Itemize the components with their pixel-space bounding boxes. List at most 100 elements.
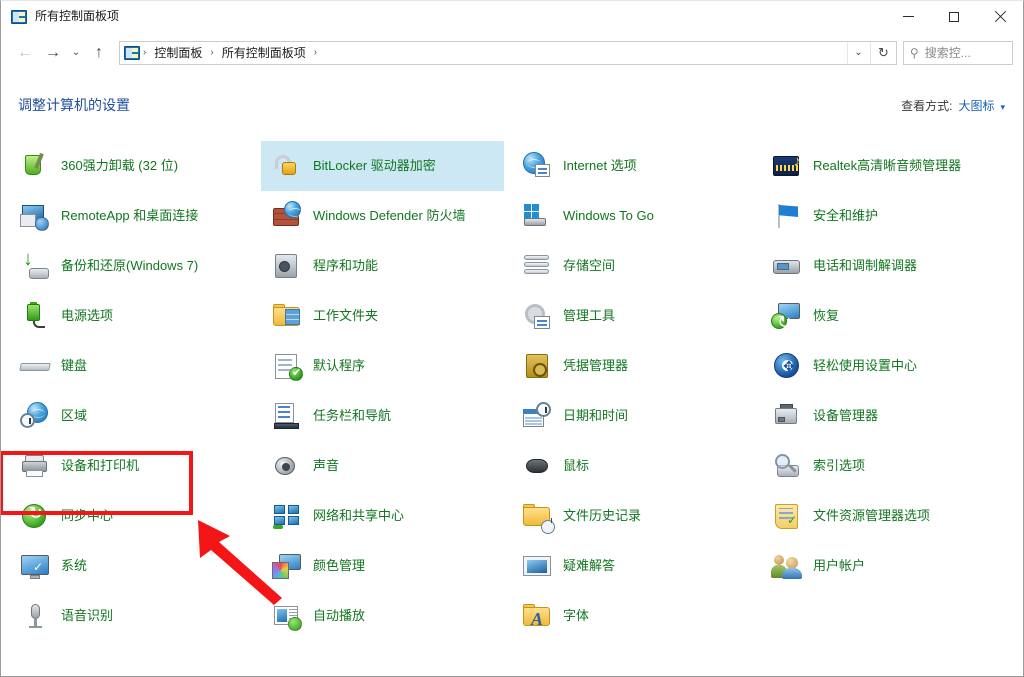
control-panel-item[interactable]: 声音 xyxy=(261,441,504,491)
items-column-4: ♪ Realtek高清晰音频管理器安全和维护电话和调制解调器恢复 ✥ 轻松使用设置中心… xyxy=(761,141,1004,591)
control-panel-item[interactable]: 鼠标 xyxy=(511,441,754,491)
devices-printers-icon xyxy=(19,450,51,482)
control-panel-item-label: 颜色管理 xyxy=(313,557,366,573)
control-panel-item[interactable]: 凭据管理器 xyxy=(511,341,754,391)
control-panel-item-label: 电话和调制解调器 xyxy=(813,257,918,273)
maximize-button[interactable] xyxy=(931,1,977,32)
search-input-placeholder: 搜索控... xyxy=(924,46,971,60)
control-panel-item[interactable]: 恢复 xyxy=(761,291,1004,341)
breadcrumb-item-all-items[interactable]: 所有控制面板项 xyxy=(217,42,311,64)
control-panel-item[interactable]: ✓ 系统 xyxy=(9,541,252,591)
control-panel-item-label: 设备管理器 xyxy=(813,407,879,423)
control-panel-item[interactable]: 设备管理器 xyxy=(761,391,1004,441)
phone-modem-icon xyxy=(771,250,803,282)
control-panel-item[interactable]: 任务栏和导航 xyxy=(261,391,504,441)
close-button[interactable] xyxy=(977,1,1023,32)
control-panel-item[interactable]: 索引选项 xyxy=(761,441,1004,491)
control-panel-item[interactable]: 电源选项 xyxy=(9,291,252,341)
backup-restore-icon xyxy=(19,248,51,282)
address-dropdown-button[interactable]: ⌄ xyxy=(847,41,869,64)
control-panel-item-label: 文件资源管理器选项 xyxy=(813,507,931,523)
view-by-value[interactable]: 大图标 xyxy=(958,97,994,114)
control-panel-item[interactable]: 存储空间 xyxy=(511,241,754,291)
back-button[interactable]: ← xyxy=(11,39,39,67)
control-panel-item[interactable]: 区域 xyxy=(9,391,252,441)
control-panel-item-label: 网络和共享中心 xyxy=(313,507,405,523)
title-bar: 所有控制面板项 xyxy=(1,1,1023,32)
control-panel-item-label: BitLocker 驱动器加密 xyxy=(313,157,436,173)
breadcrumb-item-control-panel[interactable]: 控制面板 xyxy=(149,42,207,64)
control-panel-item[interactable]: 安全和维护 xyxy=(761,191,1004,241)
control-panel-item[interactable]: 默认程序 xyxy=(261,341,504,391)
sound-icon xyxy=(271,450,303,482)
items-column-3: Internet 选项 Windows To Go 存储空间管理工具凭据管理器日期和… xyxy=(511,141,754,641)
search-box[interactable]: ⚲ 搜索控... xyxy=(903,40,1013,65)
windows-to-go-icon xyxy=(521,200,553,232)
fonts-icon: A xyxy=(521,600,553,632)
user-accounts-icon xyxy=(771,550,803,582)
control-panel-item[interactable]: 疑难解答 xyxy=(511,541,754,591)
control-panel-item[interactable]: RemoteApp 和桌面连接 xyxy=(9,191,252,241)
control-panel-item[interactable]: 备份和还原(Windows 7) xyxy=(9,241,252,291)
date-time-icon xyxy=(521,400,553,432)
control-panel-item[interactable]: 管理工具 xyxy=(511,291,754,341)
control-panel-item[interactable]: Internet 选项 xyxy=(511,141,754,191)
minimize-button[interactable] xyxy=(885,1,931,32)
control-panel-item[interactable]: 电话和调制解调器 xyxy=(761,241,1004,291)
control-panel-item[interactable]: 360强力卸载 (32 位) xyxy=(9,141,252,191)
control-panel-item[interactable]: 日期和时间 xyxy=(511,391,754,441)
control-panel-item-label: RemoteApp 和桌面连接 xyxy=(61,207,199,223)
control-panel-item-label: 区域 xyxy=(61,407,88,423)
control-panel-item-label: 疑难解答 xyxy=(563,557,616,573)
control-panel-item[interactable]: Windows Defender 防火墙 xyxy=(261,191,504,241)
control-panel-item[interactable]: 用户帐户 xyxy=(761,541,1004,591)
control-panel-item[interactable]: ♪ Realtek高清晰音频管理器 xyxy=(761,141,1004,191)
refresh-icon: ↻ xyxy=(878,44,889,60)
control-panel-item-label: 语音识别 xyxy=(61,607,114,623)
control-panel-item[interactable]: 键盘 xyxy=(9,341,252,391)
control-panel-item-label: 管理工具 xyxy=(563,307,616,323)
keyboard-icon xyxy=(19,350,51,382)
device-manager-icon xyxy=(771,400,803,432)
control-panel-icon xyxy=(11,9,27,24)
bitlocker-icon xyxy=(271,150,303,182)
view-by-control[interactable]: 查看方式: 大图标 ▾ xyxy=(901,97,1005,114)
control-panel-item[interactable]: 自动播放 xyxy=(261,591,504,641)
control-panel-item[interactable]: 设备和打印机 xyxy=(9,441,252,491)
up-button[interactable]: ↑ xyxy=(85,39,113,67)
control-panel-item[interactable]: BitLocker 驱动器加密 xyxy=(261,141,504,191)
navigation-bar: ← → ⌄ ↑ › 控制面板 › 所有控制面板项 › ⌄ ↻ ⚲ 搜索控... xyxy=(1,32,1023,73)
control-panel-item-label: 恢复 xyxy=(813,307,840,323)
control-panel-item[interactable]: ✥ 轻松使用设置中心 xyxy=(761,341,1004,391)
maximize-icon xyxy=(949,11,959,22)
control-panel-item-label: 凭据管理器 xyxy=(563,357,629,373)
control-panel-item-label: 程序和功能 xyxy=(313,257,379,273)
control-panel-item-label: Realtek高清晰音频管理器 xyxy=(813,157,962,173)
control-panel-item[interactable]: 语音识别 xyxy=(9,591,252,641)
breadcrumb-control-panel-icon xyxy=(124,45,140,60)
control-panel-item-label: 设备和打印机 xyxy=(61,457,140,473)
storage-spaces-icon xyxy=(521,250,553,282)
control-panel-item-label: 索引选项 xyxy=(813,457,866,473)
control-panel-item-label: Internet 选项 xyxy=(563,157,637,173)
address-bar[interactable]: › 控制面板 › 所有控制面板项 › ⌄ ↻ xyxy=(119,40,897,65)
refresh-button[interactable]: ↻ xyxy=(870,41,896,64)
speech-recognition-icon xyxy=(19,600,51,632)
recent-locations-button[interactable]: ⌄ xyxy=(67,39,85,67)
control-panel-item[interactable]: A 字体 xyxy=(511,591,754,641)
control-panel-item[interactable]: 同步中心 xyxy=(9,491,252,541)
realtek-audio-icon: ♪ xyxy=(771,150,803,182)
control-panel-item[interactable]: 工作文件夹 xyxy=(261,291,504,341)
control-panel-item[interactable]: 颜色管理 xyxy=(261,541,504,591)
control-panel-item-label: 任务栏和导航 xyxy=(313,407,392,423)
troubleshooting-icon xyxy=(521,550,553,582)
control-panel-item[interactable]: ✓ 文件资源管理器选项 xyxy=(761,491,1004,541)
breadcrumb-separator-trailing[interactable]: › xyxy=(311,42,320,64)
control-panel-item-label: Windows To Go xyxy=(563,207,654,223)
chevron-down-icon[interactable]: ▾ xyxy=(1000,102,1005,113)
control-panel-item[interactable]: 程序和功能 xyxy=(261,241,504,291)
forward-button[interactable]: → xyxy=(39,39,67,67)
control-panel-item[interactable]: Windows To Go xyxy=(511,191,754,241)
control-panel-item[interactable]: 文件历史记录 xyxy=(511,491,754,541)
control-panel-item[interactable]: 网络和共享中心 xyxy=(261,491,504,541)
